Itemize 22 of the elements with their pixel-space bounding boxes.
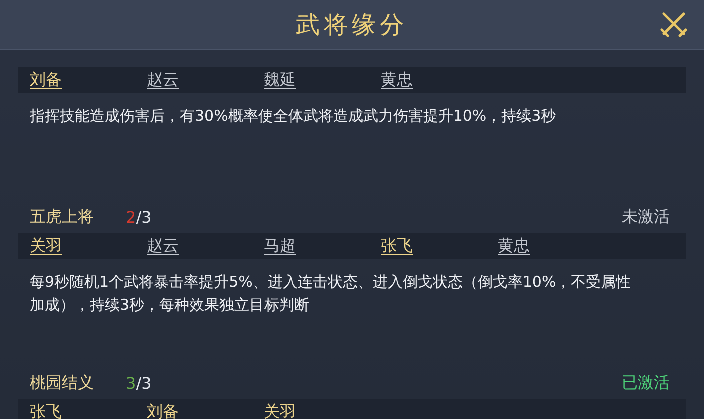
general-link[interactable]: 马超 (264, 236, 381, 256)
bond-status: 未激活 (622, 206, 670, 228)
general-link[interactable]: 魏延 (264, 70, 381, 90)
bond-name: 桃园结义 (30, 372, 95, 394)
bond-description: 每9秒随机1个武将暴击率提升5%、进入连击状态、进入倒戈状态（倒戈率10%，不受属性加成），持续3秒，每种效果独立目标判断 (30, 272, 632, 316)
bond-count: 2/3 (126, 208, 152, 226)
general-link[interactable]: 赵云 (147, 236, 264, 256)
general-link[interactable]: 刘备 (147, 402, 264, 419)
general-link[interactable]: 关羽 (30, 236, 147, 256)
general-link[interactable]: 赵云 (147, 70, 264, 90)
general-link[interactable]: 张飞 (30, 402, 147, 419)
general-link[interactable]: 黄忠 (381, 70, 498, 90)
general-link[interactable]: 刘备 (30, 70, 147, 90)
general-link[interactable]: 关羽 (264, 402, 381, 419)
close-icon[interactable] (660, 10, 688, 38)
general-link[interactable]: 张飞 (381, 236, 498, 256)
window-title: 武将缘分 (296, 10, 408, 40)
bond-description: 指挥技能造成伤害后，有30%概率使全体武将造成武力伤害提升10%，持续3秒 (30, 106, 558, 127)
bond-count: 3/3 (126, 374, 152, 392)
general-link[interactable]: 黄忠 (498, 236, 615, 256)
bond-name: 五虎上将 (30, 206, 95, 228)
bond-status: 已激活 (622, 372, 670, 394)
